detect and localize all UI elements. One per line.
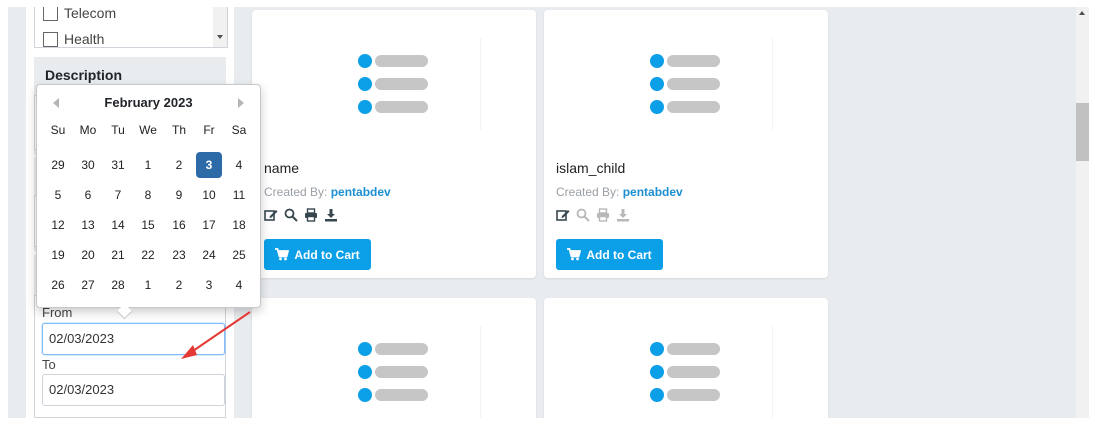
calendar-day[interactable]: 26 bbox=[45, 272, 71, 298]
add-to-cart-label: Add to Cart bbox=[294, 247, 360, 262]
calendar-day[interactable]: 14 bbox=[105, 212, 131, 238]
calendar-day[interactable]: 30 bbox=[75, 152, 101, 178]
from-date-input[interactable]: 02/03/2023 bbox=[42, 323, 225, 355]
report-card[interactable] bbox=[544, 298, 828, 418]
calendar-day[interactable]: 20 bbox=[75, 242, 101, 268]
weekday-header: Sa bbox=[231, 123, 247, 137]
search-icon[interactable] bbox=[576, 208, 590, 222]
card-actions bbox=[556, 208, 630, 224]
search-icon[interactable] bbox=[284, 208, 298, 222]
scroll-up-arrow-icon[interactable] bbox=[1079, 11, 1085, 15]
to-label: To bbox=[42, 357, 56, 372]
weekday-header: Su bbox=[50, 123, 66, 137]
calendar-day[interactable]: 22 bbox=[135, 242, 161, 268]
print-icon[interactable] bbox=[596, 208, 610, 222]
add-to-cart-button[interactable]: Add to Cart bbox=[556, 239, 663, 270]
calendar-day[interactable]: 29 bbox=[45, 152, 71, 178]
category-item-health[interactable]: Health bbox=[43, 29, 105, 47]
prev-month-icon[interactable] bbox=[53, 98, 59, 108]
calendar-day[interactable]: 9 bbox=[166, 182, 192, 208]
category-label: Health bbox=[64, 31, 105, 47]
category-list[interactable]: Telecom Health bbox=[34, 7, 228, 48]
calendar-day[interactable]: 13 bbox=[75, 212, 101, 238]
calendar-day[interactable]: 18 bbox=[226, 212, 252, 238]
calendar-day[interactable]: 24 bbox=[196, 242, 222, 268]
calendar-day[interactable]: 2 bbox=[166, 152, 192, 178]
checkbox[interactable] bbox=[43, 7, 58, 21]
datepicker-popup: February 2023 Su Mo Tu We Th Fr Sa 29 30 31 1 2 3 4 5 6… bbox=[36, 84, 261, 320]
calendar-day[interactable]: 28 bbox=[105, 272, 131, 298]
card-title: name bbox=[264, 160, 300, 176]
created-by-label: Created By: bbox=[556, 185, 620, 199]
calendar-day[interactable]: 8 bbox=[135, 182, 161, 208]
calendar-day[interactable]: 12 bbox=[45, 212, 71, 238]
add-to-cart-label: Add to Cart bbox=[586, 247, 652, 262]
calendar-day[interactable]: 11 bbox=[226, 182, 252, 208]
calendar-day[interactable]: 21 bbox=[105, 242, 131, 268]
report-thumbnail bbox=[310, 38, 481, 130]
description-title: Description bbox=[45, 67, 123, 83]
calendar-day[interactable]: 1 bbox=[135, 152, 161, 178]
report-card[interactable]: islam_child Created By: pentabdev Add to… bbox=[544, 10, 828, 278]
calendar-day[interactable]: 23 bbox=[166, 242, 192, 268]
print-icon[interactable] bbox=[304, 208, 318, 222]
edit-icon[interactable] bbox=[264, 208, 278, 222]
page-scrollbar[interactable] bbox=[1076, 7, 1089, 418]
weekday-header: Fr bbox=[203, 123, 215, 137]
checkbox[interactable] bbox=[43, 31, 58, 47]
calendar-day[interactable]: 19 bbox=[45, 242, 71, 268]
card-title: islam_child bbox=[556, 160, 626, 176]
next-month-icon[interactable] bbox=[238, 98, 244, 108]
to-date-input[interactable]: 02/03/2023 bbox=[42, 374, 225, 406]
download-icon[interactable] bbox=[616, 208, 630, 222]
weekday-header: Mo bbox=[79, 123, 97, 137]
author-link[interactable]: pentabdev bbox=[623, 185, 683, 199]
category-scrollbar[interactable] bbox=[213, 7, 227, 47]
report-thumbnail bbox=[602, 326, 773, 418]
calendar-day[interactable]: 3 bbox=[196, 272, 222, 298]
report-thumbnail bbox=[310, 326, 481, 418]
calendar-day[interactable]: 7 bbox=[105, 182, 131, 208]
app-frame: Telecom Health Description From 02/03/20… bbox=[0, 0, 1095, 424]
download-icon[interactable] bbox=[324, 208, 338, 222]
calendar-day[interactable]: 5 bbox=[45, 182, 71, 208]
scroll-down-arrow-icon[interactable] bbox=[217, 35, 223, 39]
calendar-day[interactable]: 17 bbox=[196, 212, 222, 238]
calendar-day[interactable]: 31 bbox=[105, 152, 131, 178]
author-link[interactable]: pentabdev bbox=[331, 185, 391, 199]
scrollbar-thumb[interactable] bbox=[1076, 103, 1089, 161]
calendar-day[interactable]: 27 bbox=[75, 272, 101, 298]
calendar-day[interactable]: 2 bbox=[166, 272, 192, 298]
weekday-header: We bbox=[139, 123, 157, 137]
cart-icon bbox=[275, 248, 290, 261]
calendar-day[interactable]: 25 bbox=[226, 242, 252, 268]
calendar-day[interactable]: 6 bbox=[75, 182, 101, 208]
datepicker-month-title[interactable]: February 2023 bbox=[77, 95, 220, 110]
report-thumbnail bbox=[602, 38, 773, 130]
calendar-day[interactable]: 1 bbox=[135, 272, 161, 298]
calendar-day[interactable]: 16 bbox=[166, 212, 192, 238]
category-label: Telecom bbox=[64, 7, 117, 21]
calendar-day[interactable]: 4 bbox=[226, 272, 252, 298]
datepicker-header: February 2023 bbox=[37, 85, 260, 119]
calendar-day[interactable]: 10 bbox=[196, 182, 222, 208]
calendar-day[interactable]: 4 bbox=[226, 152, 252, 178]
left-margin bbox=[0, 7, 8, 418]
card-created-by: Created By: pentabdev bbox=[264, 185, 391, 199]
report-card[interactable] bbox=[252, 298, 536, 418]
card-created-by: Created By: pentabdev bbox=[556, 185, 683, 199]
calendar-day[interactable]: 15 bbox=[135, 212, 161, 238]
add-to-cart-button[interactable]: Add to Cart bbox=[264, 239, 371, 270]
weekday-header: Th bbox=[171, 123, 186, 137]
edit-icon[interactable] bbox=[556, 208, 570, 222]
created-by-label: Created By: bbox=[264, 185, 328, 199]
cart-icon bbox=[567, 248, 582, 261]
category-item-telecom[interactable]: Telecom bbox=[43, 7, 116, 23]
weekday-header: Tu bbox=[111, 123, 125, 137]
report-card[interactable]: name Created By: pentabdev Add to Cart bbox=[252, 10, 536, 278]
card-actions bbox=[264, 208, 338, 224]
selected-day[interactable]: 3 bbox=[196, 152, 222, 178]
